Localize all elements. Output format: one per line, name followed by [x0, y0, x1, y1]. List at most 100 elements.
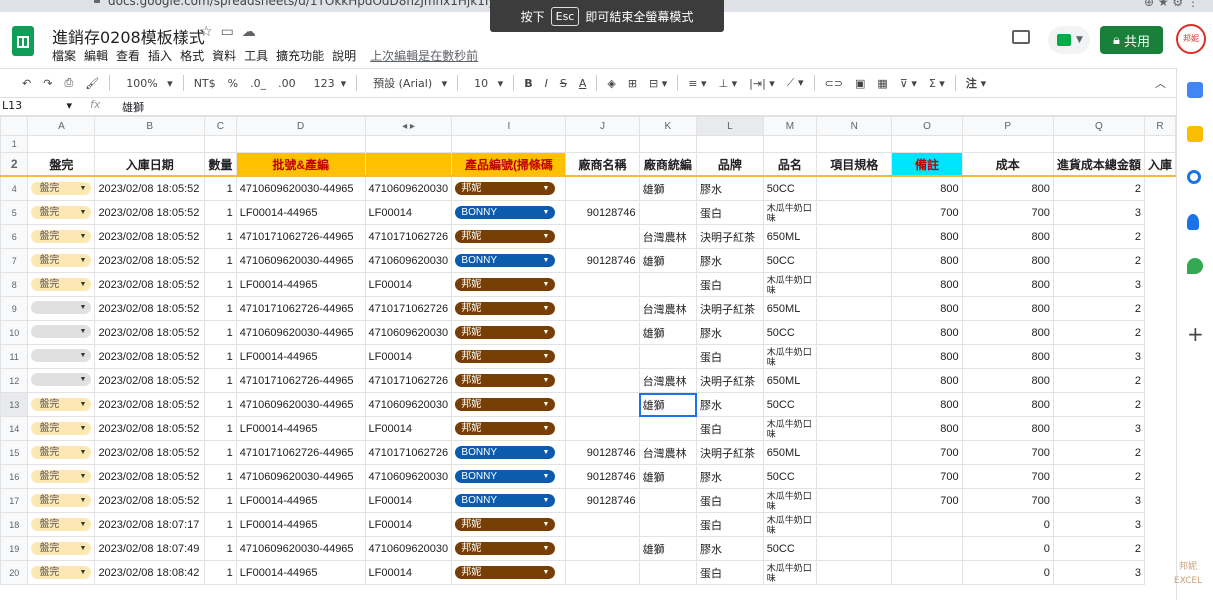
tax-id-cell[interactable] — [565, 512, 640, 537]
cost-cell[interactable]: 800 — [891, 368, 963, 393]
brand-cell[interactable]: 雄獅 — [638, 320, 698, 345]
column-header[interactable]: O — [891, 116, 963, 136]
borders-icon[interactable]: ⊞ — [628, 77, 637, 90]
code-cell[interactable]: 4710609620030 — [364, 175, 453, 201]
total-cost-cell[interactable]: 700 — [961, 200, 1054, 225]
status-cell[interactable]: 盤完 — [27, 560, 96, 585]
qty-cell[interactable]: 1 — [203, 488, 237, 513]
status-cell[interactable] — [27, 296, 96, 321]
header-cell[interactable]: 備註 — [891, 152, 963, 177]
tax-id-cell[interactable] — [565, 560, 640, 585]
spec-cell[interactable]: 木瓜牛奶口味 — [762, 416, 818, 441]
status-cell[interactable]: 盤完 — [27, 200, 96, 225]
product-name-cell[interactable]: 決明子紅茶 — [696, 224, 764, 249]
qty-cell[interactable]: 1 — [203, 416, 237, 441]
spec-cell[interactable]: 650ML — [762, 224, 818, 249]
vendor-dropdown[interactable]: 邦妮 — [455, 278, 556, 291]
status-cell[interactable]: 盤完 — [27, 272, 96, 297]
in-stock-cell[interactable]: 3 — [1052, 344, 1145, 369]
total-cost-cell[interactable]: 800 — [961, 296, 1054, 321]
vendor-dropdown[interactable]: BONNY — [455, 206, 556, 219]
code-cell[interactable]: 4710171062726 — [364, 368, 453, 393]
cell[interactable] — [203, 135, 237, 153]
batch-cell[interactable]: 4710609620030-44965 — [235, 536, 366, 561]
text-rotation-icon[interactable]: ⟋ ▾ — [787, 76, 804, 90]
total-cost-cell[interactable]: 700 — [961, 440, 1054, 465]
qty-cell[interactable]: 1 — [203, 320, 237, 345]
star-icon[interactable]: ☆ — [200, 24, 221, 40]
tax-id-cell[interactable] — [565, 320, 640, 345]
date-cell[interactable]: 2023/02/08 18:05:52 — [94, 416, 205, 441]
total-cost-cell[interactable]: 800 — [961, 272, 1054, 297]
spec-cell[interactable]: 650ML — [762, 440, 818, 465]
vendor-cell[interactable]: 邦妮 — [451, 175, 567, 201]
note-cell[interactable] — [816, 175, 893, 201]
date-cell[interactable]: 2023/02/08 18:05:52 — [94, 224, 205, 249]
percent-format-button[interactable]: % — [228, 77, 238, 90]
status-cell[interactable] — [27, 344, 96, 369]
row-header[interactable]: 8 — [0, 272, 29, 297]
in-stock-cell[interactable]: 2 — [1052, 175, 1145, 201]
total-cost-cell[interactable]: 800 — [961, 248, 1054, 273]
batch-cell[interactable]: LF00014-44965 — [235, 512, 366, 537]
cost-cell[interactable] — [891, 560, 963, 585]
strikethrough-icon[interactable]: S — [560, 77, 567, 90]
insert-chart-icon[interactable]: ▦ — [877, 77, 887, 90]
date-cell[interactable]: 2023/02/08 18:05:52 — [94, 200, 205, 225]
date-cell[interactable]: 2023/02/08 18:05:52 — [94, 272, 205, 297]
vendor-cell[interactable]: 邦妮 — [451, 272, 567, 297]
vendor-dropdown[interactable]: 邦妮 — [455, 302, 556, 315]
column-header[interactable]: J — [565, 116, 640, 136]
total-cost-cell[interactable]: 800 — [961, 224, 1054, 249]
product-name-cell[interactable]: 膠水 — [696, 320, 764, 345]
date-cell[interactable]: 2023/02/08 18:05:52 — [94, 296, 205, 321]
status-dropdown[interactable]: 盤完 — [31, 230, 92, 243]
status-dropdown[interactable]: 盤完 — [31, 470, 92, 483]
menu-data[interactable]: 資料 — [212, 47, 236, 64]
paint-format-icon[interactable]: 🖌︎ — [85, 77, 99, 90]
text-wrap-icon[interactable]: |⇥| ▾ — [749, 77, 775, 90]
column-header[interactable]: K — [638, 116, 698, 136]
cell[interactable] — [1052, 135, 1145, 153]
row-header[interactable]: 7 — [0, 248, 29, 273]
note-cell[interactable] — [816, 440, 893, 465]
header-cell[interactable]: 品牌 — [696, 152, 764, 177]
keep-icon[interactable] — [1187, 126, 1203, 142]
date-cell[interactable]: 2023/02/08 18:05:52 — [94, 344, 205, 369]
row-header[interactable]: 4 — [0, 175, 29, 201]
in-stock-cell[interactable]: 2 — [1052, 464, 1145, 489]
product-name-cell[interactable]: 蛋白 — [696, 344, 764, 369]
product-name-cell[interactable]: 膠水 — [696, 248, 764, 273]
collapse-toolbar-icon[interactable]: ︿ — [1155, 75, 1166, 91]
total-cost-cell[interactable]: 800 — [961, 320, 1054, 345]
vendor-dropdown[interactable]: 邦妮 — [455, 182, 556, 195]
status-dropdown[interactable]: 盤完 — [31, 278, 92, 291]
vendor-dropdown[interactable]: 邦妮 — [455, 374, 556, 387]
batch-cell[interactable]: 4710609620030-44965 — [235, 248, 366, 273]
note-cell[interactable] — [816, 248, 893, 273]
status-dropdown[interactable]: 盤完 — [31, 254, 92, 267]
batch-cell[interactable]: 4710171062726-44965 — [235, 440, 366, 465]
vendor-cell[interactable]: 邦妮 — [451, 416, 567, 441]
vendor-dropdown[interactable]: 邦妮 — [455, 422, 556, 435]
batch-cell[interactable]: 4710171062726-44965 — [235, 224, 366, 249]
currency-format-button[interactable]: NT$ — [194, 77, 216, 90]
zoom-select[interactable]: 100% ▾ — [120, 77, 172, 90]
vendor-dropdown[interactable]: 邦妮 — [455, 230, 556, 243]
code-cell[interactable]: 4710171062726 — [364, 440, 453, 465]
cost-cell[interactable]: 800 — [891, 224, 963, 249]
merge-cells-icon[interactable]: ⊟ ▾ — [649, 77, 667, 90]
date-cell[interactable]: 2023/02/08 18:05:52 — [94, 368, 205, 393]
cloud-status-icon[interactable]: ☁ — [242, 24, 264, 40]
menu-tools[interactable]: 工具 — [244, 47, 268, 64]
note-cell[interactable] — [816, 512, 893, 537]
spec-cell[interactable]: 50CC — [762, 320, 818, 345]
batch-cell[interactable]: LF00014-44965 — [235, 344, 366, 369]
note-cell[interactable] — [816, 560, 893, 585]
batch-cell[interactable]: 4710609620030-44965 — [235, 320, 366, 345]
code-cell[interactable]: LF00014 — [364, 344, 453, 369]
cell[interactable] — [891, 135, 963, 153]
batch-cell[interactable]: 4710609620030-44965 — [235, 392, 366, 417]
spec-cell[interactable]: 木瓜牛奶口味 — [762, 344, 818, 369]
date-cell[interactable]: 2023/02/08 18:05:52 — [94, 464, 205, 489]
